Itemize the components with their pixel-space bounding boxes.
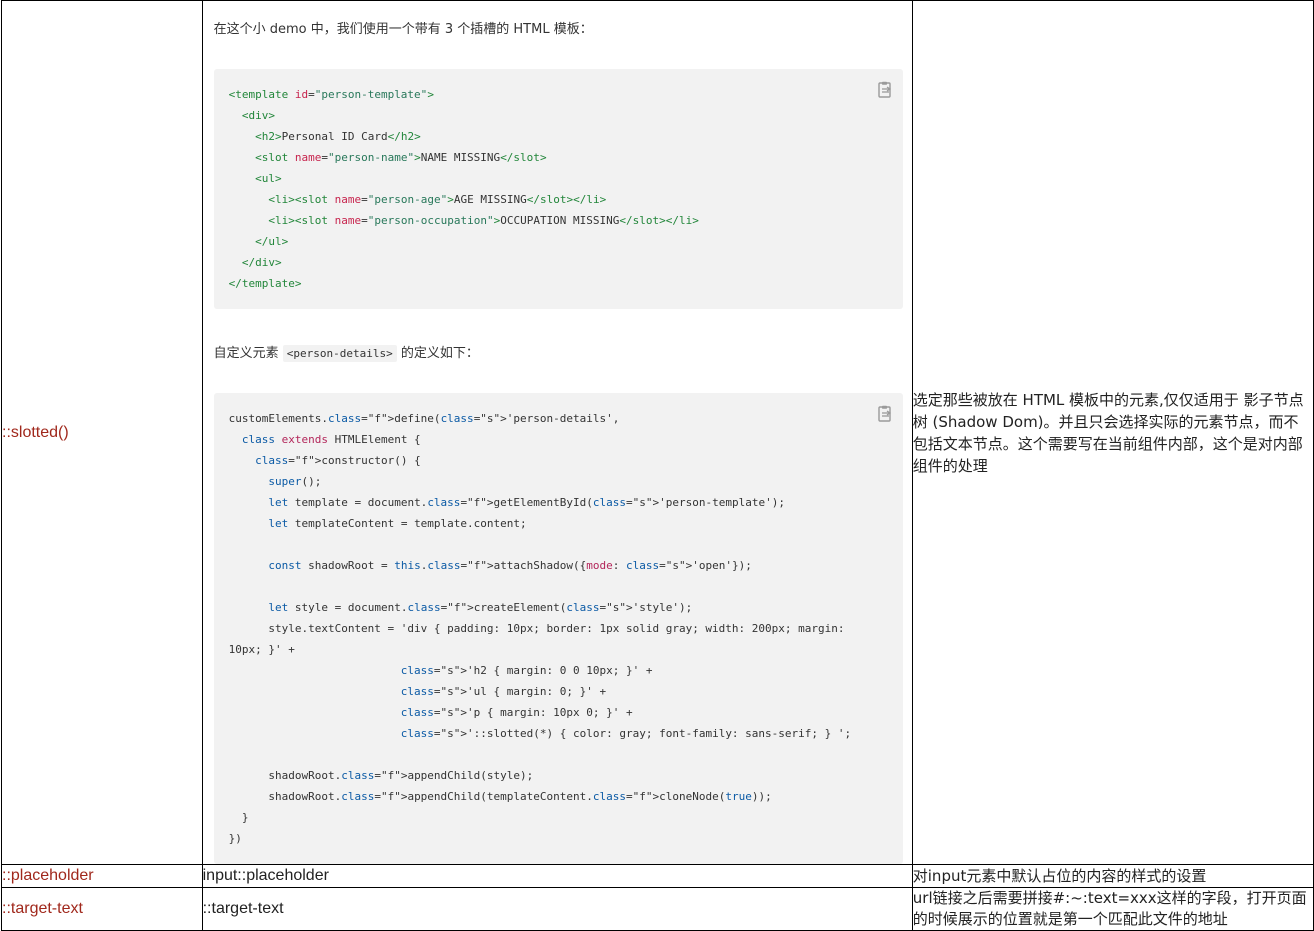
table-row: ::slotted() 在这个小 demo 中，我们使用一个带有 3 个插槽的 … xyxy=(1,0,1314,865)
code-line: class="s">'p { margin: 10px 0; }' + xyxy=(400,706,633,719)
code-line: </div> xyxy=(241,256,282,269)
example-cell: input::placeholder xyxy=(201,864,913,888)
code-line: <ul> xyxy=(255,172,282,185)
description-cell: 选定那些被放在 HTML 模板中的元素,仅仅适用于 影子节点树 (Shadow … xyxy=(911,0,1314,865)
custom-element-text: 自定义元素 <person-details> 的定义如下： xyxy=(213,345,479,362)
intro-text: 在这个小 demo 中，我们使用一个带有 3 个插槽的 HTML 模板： xyxy=(213,22,593,37)
code-line: <div> xyxy=(241,109,275,122)
code-line: const shadowRoot = this.class="f">attach… xyxy=(268,559,752,572)
code-line: let templateContent = template.content; xyxy=(268,517,527,530)
code-line: </ul> xyxy=(255,235,289,248)
code-line: </template> xyxy=(228,277,302,290)
code-line: 10px; }' + xyxy=(228,643,295,656)
code-line: shadowRoot.class="f">appendChild(style); xyxy=(228,769,534,782)
css-pseudo-table: ::slotted() 在这个小 demo 中，我们使用一个带有 3 个插槽的 … xyxy=(1,0,1314,931)
property-cell: ::target-text xyxy=(1,887,203,931)
code-line: <slot name="person-name">NAME MISSING</s… xyxy=(255,151,547,164)
code-line: shadowRoot.class="f">appendChild(templat… xyxy=(228,790,772,803)
code-line: <template id="person-template"> xyxy=(228,88,434,101)
code-line: <h2>Personal ID Card</h2> xyxy=(255,130,421,143)
property-cell: ::slotted() xyxy=(1,0,203,865)
copy-icon[interactable] xyxy=(877,405,893,423)
code-line: <li><slot name="person-occupation">OCCUP… xyxy=(268,214,699,227)
copy-icon[interactable] xyxy=(877,81,893,99)
description-cell: 对input元素中默认占位的内容的样式的设置 xyxy=(911,864,1314,888)
code-line: } xyxy=(228,811,249,824)
description-cell: url链接之后需要拼接#:~:text=xxx这样的字段，打开页面的时候展示的位… xyxy=(911,887,1314,931)
code-line: super(); xyxy=(268,475,322,488)
property-cell: ::placeholder xyxy=(1,864,203,888)
code-line: class extends HTMLElement { xyxy=(241,433,421,446)
table-row: ::target-text ::target-text url链接之后需要拼接#… xyxy=(1,887,1314,931)
js-code-block: customElements.class="f">define(class="s… xyxy=(213,393,903,864)
code-line: let template = document.class="f">getEle… xyxy=(268,496,785,509)
code-line: let style = document.class="f">createEle… xyxy=(268,601,693,614)
code-line: customElements.class="f">define(class="s… xyxy=(228,412,620,425)
code-line: class="s">'ul { margin: 0; }' + xyxy=(400,685,607,698)
example-cell: 在这个小 demo 中，我们使用一个带有 3 个插槽的 HTML 模板： <te… xyxy=(201,0,913,865)
code-line: }) xyxy=(228,832,242,845)
example-cell: ::target-text xyxy=(201,887,913,931)
code-line: style.textContent = 'div { padding: 10px… xyxy=(228,622,845,635)
template-code-block: <template id="person-template"> <div> <h… xyxy=(213,69,903,309)
code-line: <li><slot name="person-age">AGE MISSING<… xyxy=(268,193,607,206)
inline-code: <person-details> xyxy=(282,345,397,362)
table-row: ::placeholder input::placeholder 对input元… xyxy=(1,864,1314,888)
code-line: class="f">constructor() { xyxy=(255,454,421,467)
code-line: class="s">'h2 { margin: 0 0 10px; }' + xyxy=(400,664,653,677)
code-line: class="s">'::slotted(*) { color: gray; f… xyxy=(400,727,852,740)
